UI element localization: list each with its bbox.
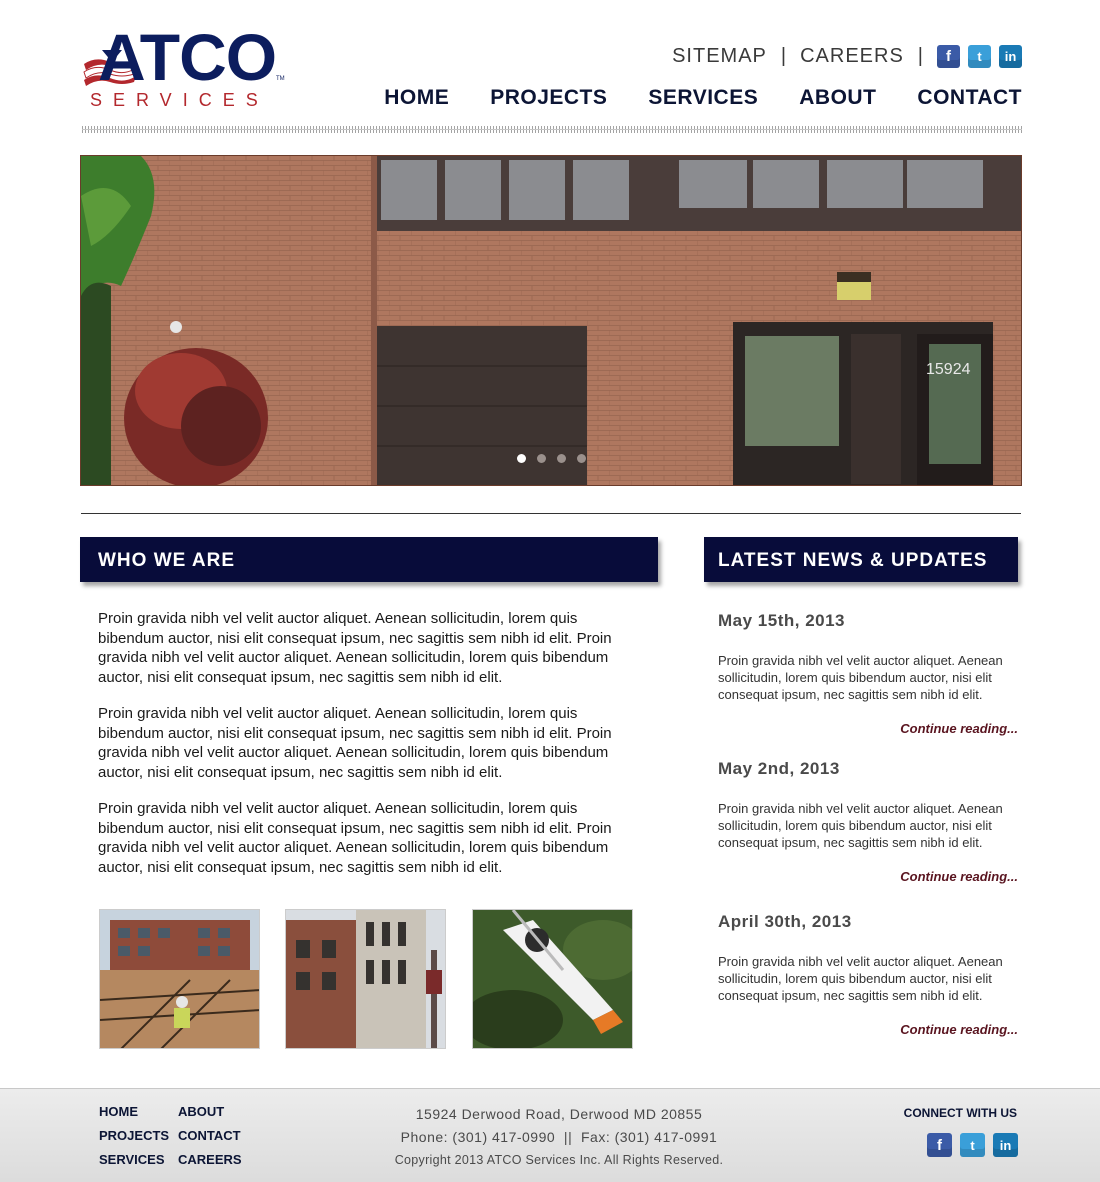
slider-dot-4[interactable]: [577, 454, 586, 463]
latest-news-heading: LATEST NEWS & UPDATES: [704, 537, 1018, 582]
dotted-divider: [82, 126, 1022, 133]
slider-pagination: [517, 454, 586, 463]
section-divider: [81, 513, 1021, 514]
footer-link-services[interactable]: SERVICES: [99, 1151, 169, 1169]
main-nav: HOME PROJECTS SERVICES ABOUT CONTACT: [384, 86, 1022, 110]
twitter-icon[interactable]: t: [968, 44, 991, 68]
slider-dot-2[interactable]: [537, 454, 546, 463]
news-date-1: May 15th, 2013: [718, 611, 846, 630]
linkedin-icon[interactable]: in: [993, 1133, 1018, 1157]
project-thumb-city-buildings[interactable]: [285, 909, 446, 1049]
footer-phone-fax: Phone: (301) 417-0990 || Fax: (301) 417-…: [400, 1129, 718, 1145]
continue-reading-link-1[interactable]: Continue reading...: [900, 721, 1018, 736]
footer-nav-col-1: HOME PROJECTS SERVICES: [99, 1103, 169, 1169]
who-we-are-heading: WHO WE ARE: [80, 537, 658, 582]
logo-subtitle: SERVICES: [90, 90, 269, 110]
footer-address: 15924 Derwood Road, Derwood MD 20855: [415, 1106, 703, 1122]
hero-slider[interactable]: 15924: [80, 155, 1022, 486]
footer-link-about[interactable]: ABOUT: [178, 1103, 242, 1121]
facebook-icon[interactable]: f: [927, 1133, 952, 1157]
separator: |: [780, 44, 787, 67]
news-date-3: April 30th, 2013: [718, 912, 852, 931]
nav-home[interactable]: HOME: [384, 86, 449, 110]
footer-link-projects[interactable]: PROJECTS: [99, 1127, 169, 1145]
footer-link-contact[interactable]: CONTACT: [178, 1127, 242, 1145]
slider-dot-1[interactable]: [517, 454, 526, 463]
utility-links: SITEMAP | CAREERS | f t in: [672, 42, 1022, 70]
nav-about[interactable]: ABOUT: [799, 86, 876, 110]
logo-trademark: TM: [276, 76, 285, 82]
project-thumb-construction[interactable]: [99, 909, 260, 1049]
footer-link-careers[interactable]: CAREERS: [178, 1151, 242, 1169]
nav-services[interactable]: SERVICES: [648, 86, 758, 110]
careers-link[interactable]: CAREERS: [800, 45, 904, 68]
continue-reading-link-3[interactable]: Continue reading...: [900, 1022, 1018, 1037]
twitter-icon[interactable]: t: [960, 1133, 985, 1157]
footer-contact-info: 15924 Derwood Road, Derwood MD 20855 Pho…: [300, 1103, 818, 1172]
separator: |: [917, 44, 923, 67]
building-number: 15924: [926, 361, 971, 378]
logo-wordmark: ATCO: [98, 20, 277, 94]
footer-link-home[interactable]: HOME: [99, 1103, 169, 1121]
project-thumb-helicopter[interactable]: [472, 909, 633, 1049]
slider-dot-3[interactable]: [557, 454, 566, 463]
footer-social-icons: f t in: [927, 1133, 1018, 1157]
who-paragraph-2: Proin gravida nibh vel velit auctor aliq…: [98, 705, 612, 781]
footer-nav-col-2: ABOUT CONTACT CAREERS: [178, 1103, 242, 1169]
news-date-2: May 2nd, 2013: [718, 759, 840, 778]
who-paragraph-3: Proin gravida nibh vel velit auctor aliq…: [98, 800, 612, 876]
atco-logo[interactable]: ATCO TM SERVICES: [82, 24, 285, 110]
footer-copyright: Copyright 2013 ATCO Services Inc. All Ri…: [394, 1153, 724, 1167]
news-text-2: Proin gravida nibh vel velit auctor aliq…: [718, 801, 1003, 850]
header-social-icons: f t in: [937, 44, 1022, 68]
continue-reading-link-2[interactable]: Continue reading...: [900, 869, 1018, 884]
hero-building-image: 15924: [81, 156, 1021, 485]
who-paragraph-1: Proin gravida nibh vel velit auctor aliq…: [98, 610, 612, 686]
news-text-3: Proin gravida nibh vel velit auctor aliq…: [718, 954, 1003, 1003]
facebook-icon[interactable]: f: [937, 44, 960, 68]
nav-contact[interactable]: CONTACT: [917, 86, 1022, 110]
linkedin-icon[interactable]: in: [999, 44, 1022, 68]
nav-projects[interactable]: PROJECTS: [490, 86, 607, 110]
connect-with-us-label: CONNECT WITH US: [903, 1106, 1017, 1120]
news-text-1: Proin gravida nibh vel velit auctor aliq…: [718, 653, 1003, 702]
sitemap-link[interactable]: SITEMAP: [672, 45, 767, 68]
footer: HOME PROJECTS SERVICES ABOUT CONTACT CAR…: [0, 1088, 1100, 1182]
